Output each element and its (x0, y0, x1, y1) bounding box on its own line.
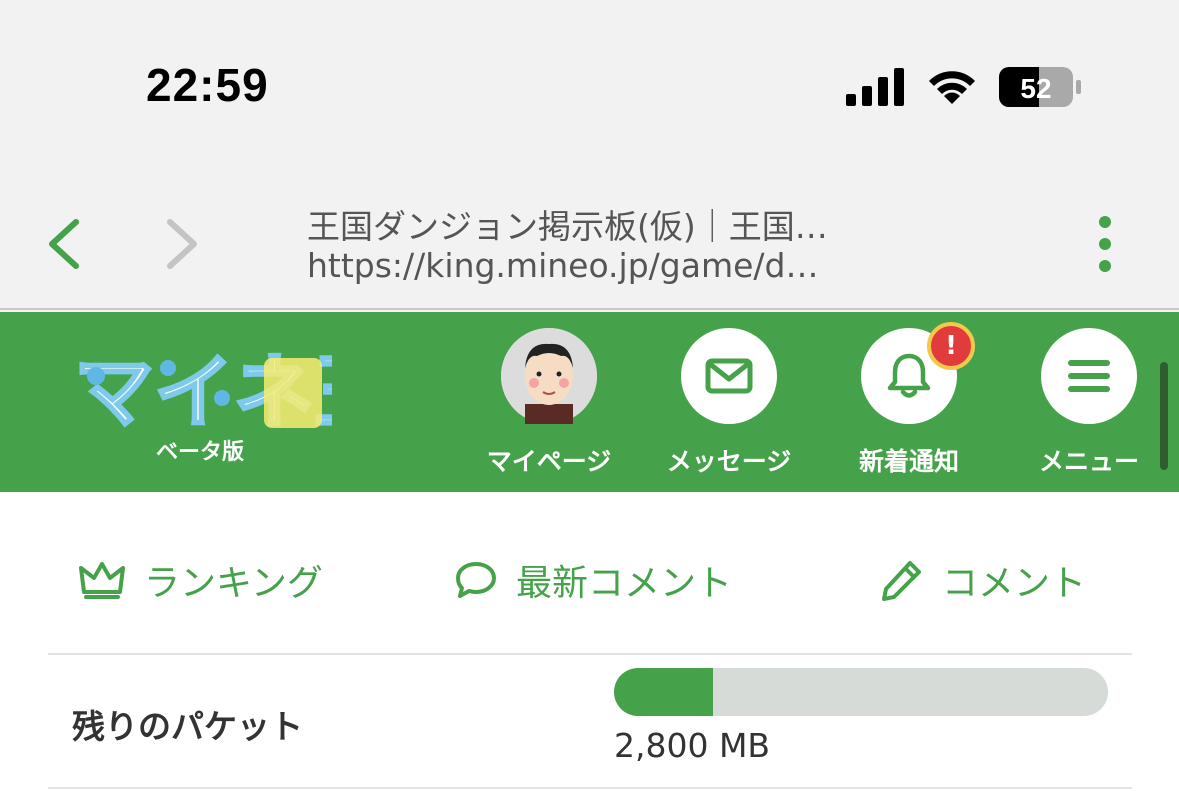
back-icon[interactable] (40, 214, 86, 274)
bell-icon (887, 353, 931, 398)
nav-mypage-label: マイページ (486, 447, 612, 476)
nav-menu[interactable]: メニュー (1009, 328, 1169, 478)
page-title[interactable]: 王国ダンジョン掲示板(仮)｜王国… (307, 200, 877, 248)
packet-progress-fill (614, 668, 713, 716)
tab-latest-comments-label: 最新コメント (516, 563, 733, 604)
speech-bubble-icon (456, 562, 496, 598)
avatar-icon (501, 328, 597, 424)
battery-level: 52 (1020, 73, 1051, 104)
tab-ranking[interactable]: ランキング (78, 554, 323, 606)
nav-messages-label: メッセージ (666, 447, 792, 476)
status-bar: 22:59 52 (0, 0, 1179, 180)
more-vert-icon[interactable] (1090, 214, 1120, 274)
page-url[interactable]: https://king.mineo.jp/game/d… (307, 246, 877, 285)
menu-button[interactable] (1041, 328, 1137, 424)
status-time: 22:59 (146, 59, 269, 111)
packet-progress-bar (614, 668, 1108, 716)
browser-toolbar: 王国ダンジョン掲示板(仮)｜王国… https://king.mineo.jp/… (0, 180, 1179, 310)
battery-icon: 52 (999, 67, 1081, 107)
avatar[interactable] (501, 328, 597, 424)
tab-ranking-label: ランキング (144, 563, 323, 604)
main-content: ランキング 最新コメント コメント 残りのパケット 2,800 MB (0, 492, 1179, 791)
mail-icon (705, 358, 753, 394)
divider (48, 653, 1132, 655)
packet-label: 残りのパケット (72, 707, 303, 746)
forward-icon[interactable] (160, 214, 206, 274)
page-scrollbar[interactable] (1160, 362, 1168, 470)
nav-messages[interactable]: メッセージ (649, 328, 809, 478)
nav-notifications[interactable]: ! 新着通知 (829, 322, 989, 478)
signal-icon (846, 68, 904, 106)
wifi-icon (929, 71, 975, 104)
tab-comment[interactable]: コメント (880, 554, 1086, 606)
nav-menu-label: メニュー (1038, 447, 1139, 476)
nav-mypage[interactable]: マイページ (469, 328, 629, 478)
hamburger-icon (1068, 360, 1110, 392)
tab-comment-label: コメント (942, 563, 1087, 604)
notification-badge: ! (927, 322, 975, 370)
site-header: マイネ王 ベータ版 マイページ (0, 312, 1179, 492)
mineo-logo[interactable]: マイネ王 (72, 338, 333, 439)
logo-beta-label: ベータ版 (156, 440, 245, 465)
tab-latest-comments[interactable]: 最新コメント (454, 554, 732, 606)
nav-notifications-label: 新着通知 (858, 447, 959, 476)
crown-icon (79, 562, 125, 599)
packet-value: 2,800 MB (614, 726, 771, 765)
mail-button[interactable] (681, 328, 777, 424)
bell-button[interactable]: ! (861, 322, 975, 424)
pencil-icon (882, 561, 921, 601)
divider-bottom (48, 787, 1132, 789)
